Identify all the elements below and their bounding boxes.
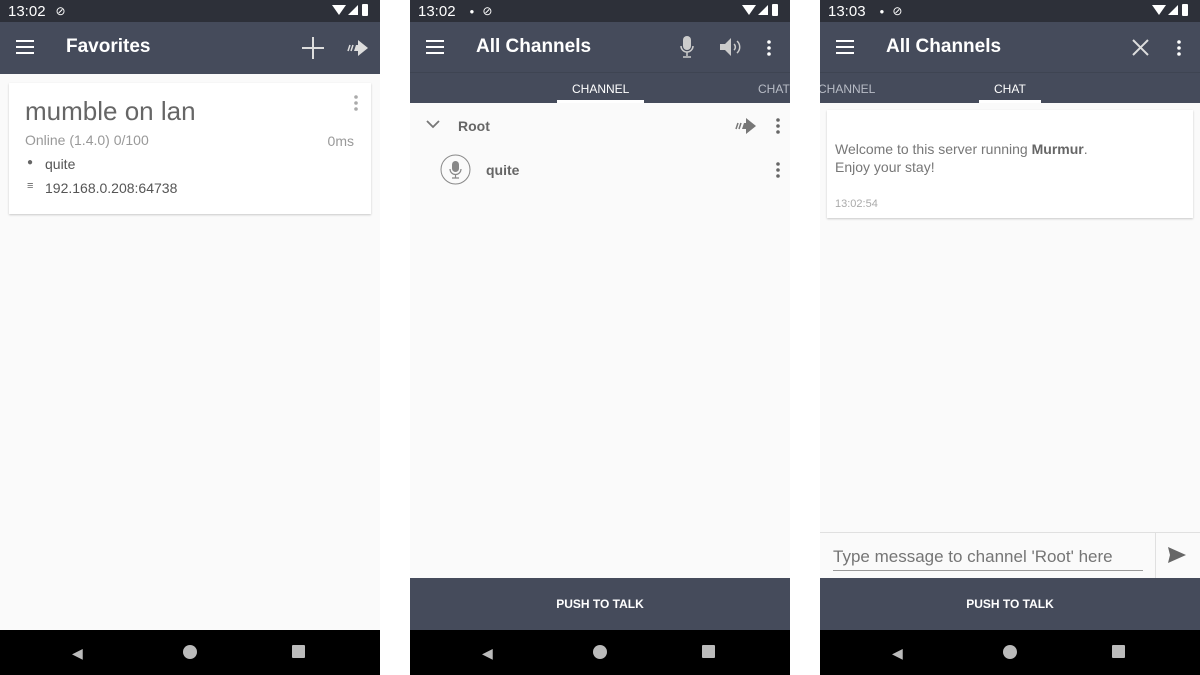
server-status: Online (1.4.0) 0/100 xyxy=(25,132,149,148)
server-user: quite xyxy=(45,156,76,172)
message-input[interactable] xyxy=(833,543,1143,571)
server-address: 192.168.0.208:64738 xyxy=(45,180,178,196)
page-title: Favorites xyxy=(66,36,151,57)
status-time: 13:02 xyxy=(418,2,456,20)
tab-chat[interactable]: CHAT xyxy=(994,82,1026,96)
back-icon[interactable]: ◀ xyxy=(892,645,903,662)
push-to-talk-button[interactable]: PUSH TO TALK xyxy=(410,578,790,630)
user-row[interactable]: quite xyxy=(410,152,790,188)
recents-icon[interactable] xyxy=(1112,645,1125,658)
more-icon[interactable] xyxy=(767,40,771,56)
tab-chat[interactable]: CHAT xyxy=(758,82,790,96)
more-icon[interactable] xyxy=(776,162,780,178)
close-icon[interactable] xyxy=(1132,39,1149,56)
message-text: Welcome to this server running Murmur. En… xyxy=(835,141,1088,175)
status-bar: 13:03 ● ⊘ xyxy=(820,0,1200,22)
sync-icon: ⊘ xyxy=(55,4,66,18)
screen-favorites: 13:02 ⊘ Favorites mumble on lan Online (1… xyxy=(0,0,380,675)
server-name: mumble on lan xyxy=(25,96,196,126)
more-icon[interactable] xyxy=(776,118,780,134)
home-icon[interactable] xyxy=(593,645,607,659)
status-bar: 13:02 ● ⊘ xyxy=(410,0,790,22)
menu-icon[interactable] xyxy=(16,40,34,54)
status-bar: 13:02 ⊘ xyxy=(0,0,380,22)
server-ping: 0ms xyxy=(327,133,354,149)
home-icon[interactable] xyxy=(183,645,197,659)
signal-battery-icon xyxy=(332,3,372,17)
toolbar: All Channels xyxy=(410,22,790,72)
screen-chat: 13:03 ● ⊘ All Channels CHANNEL CHAT Welcom… xyxy=(820,0,1200,675)
status-time: 13:02 xyxy=(8,2,46,20)
tab-channel[interactable]: CHANNEL xyxy=(572,82,629,96)
channel-row[interactable]: Root xyxy=(410,108,790,144)
speaker-icon[interactable] xyxy=(719,37,743,57)
page-title: All Channels xyxy=(886,36,1002,57)
channel-name: Root xyxy=(458,118,490,134)
server-card[interactable]: mumble on lan Online (1.4.0) 0/100 0ms ●… xyxy=(9,83,371,214)
nav-bar: ◀ xyxy=(0,630,380,675)
sync-icon: ⊘ xyxy=(892,4,903,18)
connect-icon[interactable] xyxy=(346,38,370,58)
add-icon[interactable] xyxy=(302,37,324,59)
tab-indicator xyxy=(979,100,1041,103)
toolbar: All Channels xyxy=(820,22,1200,72)
toolbar: Favorites xyxy=(0,22,380,74)
join-channel-icon[interactable] xyxy=(734,116,758,136)
nav-bar: ◀ xyxy=(820,630,1200,675)
menu-icon[interactable] xyxy=(426,40,444,54)
notification-icon: ● xyxy=(879,6,885,16)
notification-icon: ● xyxy=(469,6,475,16)
push-to-talk-button[interactable]: PUSH TO TALK xyxy=(820,578,1200,630)
more-icon[interactable] xyxy=(354,95,358,111)
microphone-icon[interactable] xyxy=(680,36,694,58)
server-icon: ≡ xyxy=(27,180,34,192)
more-icon[interactable] xyxy=(1177,40,1181,56)
send-icon[interactable] xyxy=(1168,547,1186,563)
home-icon[interactable] xyxy=(1003,645,1017,659)
tab-indicator xyxy=(557,100,644,103)
message-composer xyxy=(820,532,1200,579)
recents-icon[interactable] xyxy=(702,645,715,658)
microphone-icon xyxy=(440,154,471,185)
signal-battery-icon xyxy=(1152,3,1192,17)
menu-icon[interactable] xyxy=(836,40,854,54)
user-icon: ● xyxy=(27,157,34,168)
nav-bar: ◀ xyxy=(410,630,790,675)
back-icon[interactable]: ◀ xyxy=(72,645,83,662)
chevron-down-icon[interactable] xyxy=(426,120,440,129)
tab-bar: CHANNEL CHAT xyxy=(410,72,790,103)
screen-channels: 13:02 ● ⊘ All Channels CHANNEL CHAT Root q… xyxy=(410,0,790,675)
recents-icon[interactable] xyxy=(292,645,305,658)
page-title: All Channels xyxy=(476,36,592,57)
tab-channel[interactable]: CHANNEL xyxy=(820,82,875,96)
tab-bar: CHANNEL CHAT xyxy=(820,72,1200,103)
status-time: 13:03 xyxy=(828,2,866,20)
user-name: quite xyxy=(486,162,520,178)
sync-icon: ⊘ xyxy=(482,4,493,18)
signal-battery-icon xyxy=(742,3,782,17)
back-icon[interactable]: ◀ xyxy=(482,645,493,662)
message-time: 13:02:54 xyxy=(835,198,878,210)
chat-message: Welcome to this server running Murmur. En… xyxy=(827,110,1193,218)
